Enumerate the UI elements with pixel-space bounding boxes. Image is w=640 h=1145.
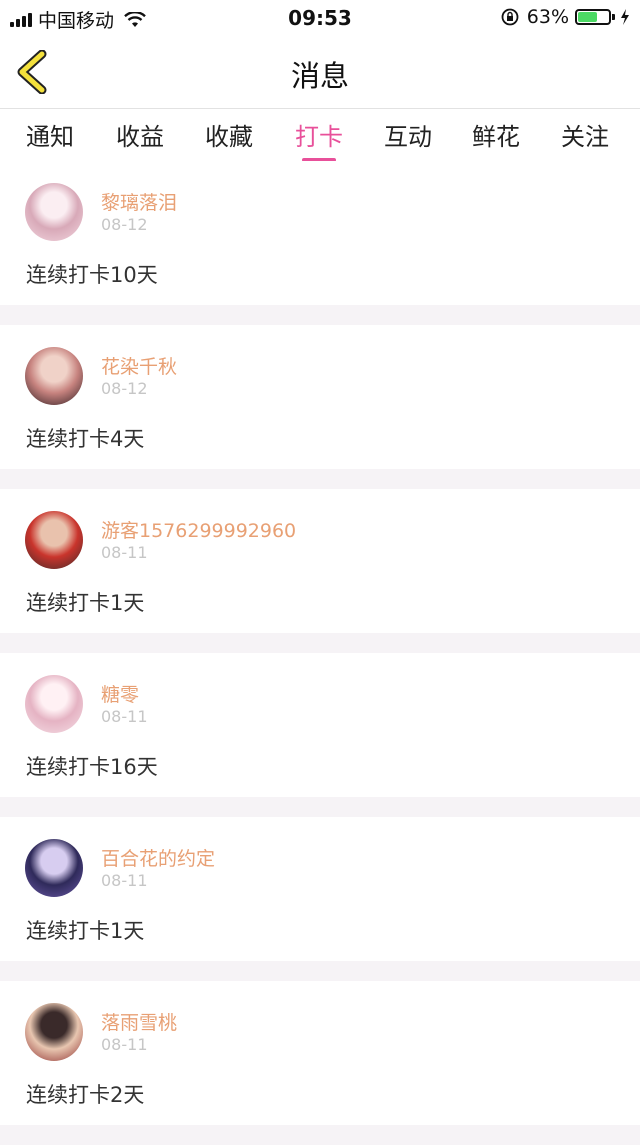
message-date: 08-11 xyxy=(101,1035,148,1054)
tab-bar: 通知 收益 收藏 打卡 互动 鲜花 关注 xyxy=(0,109,640,162)
page-title: 消息 xyxy=(290,59,349,93)
list-item[interactable]: 游客1576299992960 08-11 连续打卡1天 xyxy=(0,489,640,633)
message-text: 连续打卡16天 xyxy=(26,755,158,779)
message-date: 08-12 xyxy=(101,215,148,234)
message-text: 连续打卡1天 xyxy=(26,591,145,615)
battery-fill xyxy=(578,12,597,22)
tab-label: 收益 xyxy=(116,123,164,151)
message-text: 连续打卡1天 xyxy=(26,919,145,943)
message-date: 08-12 xyxy=(101,379,148,398)
user-name[interactable]: 糖零 xyxy=(101,680,139,707)
tab-notice[interactable]: 通知 xyxy=(26,117,74,152)
list-item[interactable]: 百合花的约定 08-11 连续打卡1天 xyxy=(0,817,640,961)
tab-label: 鲜花 xyxy=(472,123,520,151)
tab-label: 关注 xyxy=(561,123,609,151)
avatar[interactable] xyxy=(25,347,83,405)
tab-interaction[interactable]: 互动 xyxy=(384,117,432,152)
battery-tip xyxy=(612,14,615,20)
nav-bar: 消息 xyxy=(0,36,640,109)
charging-icon xyxy=(621,9,629,25)
user-name[interactable]: 百合花的约定 xyxy=(101,844,215,871)
battery-percent: 63% xyxy=(526,6,569,28)
list-item[interactable]: 花染千秋 08-12 连续打卡4天 xyxy=(0,325,640,469)
user-name[interactable]: 黎璃落泪 xyxy=(101,188,177,215)
list-item[interactable]: 糖零 08-11 连续打卡16天 xyxy=(0,653,640,797)
list-item[interactable]: 黎璃落泪 08-12 连续打卡10天 xyxy=(0,161,640,305)
user-name[interactable]: 落雨雪桃 xyxy=(101,1008,177,1035)
avatar[interactable] xyxy=(25,1003,83,1061)
tab-flowers[interactable]: 鲜花 xyxy=(472,117,520,152)
avatar[interactable] xyxy=(25,839,83,897)
message-text: 连续打卡10天 xyxy=(26,263,158,287)
message-text: 连续打卡4天 xyxy=(26,427,145,451)
tab-earnings[interactable]: 收益 xyxy=(116,117,164,152)
rotation-lock-icon xyxy=(501,8,519,26)
tab-label: 收藏 xyxy=(205,123,253,151)
message-date: 08-11 xyxy=(101,871,148,890)
avatar[interactable] xyxy=(25,675,83,733)
tab-label: 打卡 xyxy=(295,123,343,151)
tab-favorites[interactable]: 收藏 xyxy=(205,117,253,152)
message-date: 08-11 xyxy=(101,543,148,562)
message-text: 连续打卡2天 xyxy=(26,1083,145,1107)
tab-follow[interactable]: 关注 xyxy=(561,117,609,152)
status-right: 63% xyxy=(501,6,630,28)
list-item[interactable]: 落雨雪桃 08-11 连续打卡2天 xyxy=(0,981,640,1125)
checkin-message-list: 黎璃落泪 08-12 连续打卡10天 花染千秋 08-12 连续打卡4天 游客1… xyxy=(0,161,640,1145)
avatar[interactable] xyxy=(25,183,83,241)
tab-checkin[interactable]: 打卡 xyxy=(295,117,343,162)
status-bar: 中国移动 09:53 63% xyxy=(0,0,640,36)
tab-label: 通知 xyxy=(26,123,74,151)
battery-icon xyxy=(575,9,611,25)
tab-label: 互动 xyxy=(384,123,432,151)
message-date: 08-11 xyxy=(101,707,148,726)
user-name[interactable]: 游客1576299992960 xyxy=(101,516,296,543)
avatar[interactable] xyxy=(25,511,83,569)
user-name[interactable]: 花染千秋 xyxy=(101,352,177,379)
